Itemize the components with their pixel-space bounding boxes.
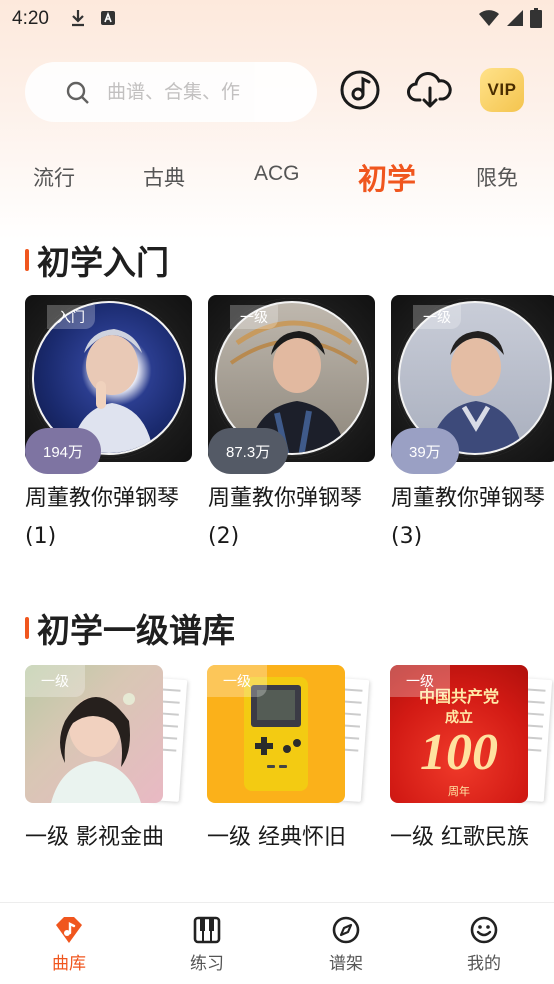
vip-badge[interactable]: VIP	[480, 68, 524, 112]
status-time: 4:20	[12, 8, 49, 29]
nav-profile[interactable]: 我的	[444, 915, 524, 974]
sheet-collection-card-1[interactable]: 一级 一级 影视金曲	[25, 665, 188, 851]
poster-number: 100	[420, 724, 498, 781]
sheet-collection-card-2[interactable]: 一级 一级 经典怀旧	[207, 665, 370, 851]
collection-cover: 一级	[207, 665, 370, 805]
collection-title: 一级 经典怀旧	[207, 825, 346, 850]
level-tag: 一级	[390, 665, 450, 697]
battery-icon	[530, 8, 542, 28]
category-tabs: 流行 古典 ACG 初学 限免	[0, 156, 554, 200]
collection-title: 一级 影视金曲	[25, 825, 164, 850]
library-icon	[56, 917, 82, 943]
level-tag: 入门	[47, 305, 95, 329]
play-count-badge: 194万	[25, 428, 102, 474]
play-count-badge: 39万	[391, 428, 459, 474]
section-accent-bar	[25, 249, 29, 271]
section-title-beginner-intro: 初学入门	[25, 236, 169, 284]
level-tag: 一级	[230, 305, 278, 329]
wifi-icon	[479, 10, 499, 26]
level-tag: 一级	[207, 665, 267, 697]
search-icon	[66, 81, 89, 104]
piano-icon	[193, 916, 221, 944]
music-disc-button[interactable]	[336, 66, 384, 114]
search-bar[interactable]	[25, 62, 317, 122]
section-accent-bar	[25, 617, 29, 639]
cloud-download-button[interactable]	[406, 66, 454, 114]
tab-popular[interactable]: 流行	[33, 162, 75, 192]
music-disc-icon	[340, 70, 380, 110]
cover-image: 一级	[207, 665, 345, 803]
tab-acg[interactable]: ACG	[254, 162, 300, 186]
nav-practice[interactable]: 练习	[167, 915, 247, 974]
smiley-icon	[470, 916, 498, 944]
collection-cover: 一级	[25, 665, 188, 805]
video-title: 周董教你弹钢琴 (1)	[25, 486, 180, 549]
video-card-1[interactable]: 入门 194万 周董教你弹钢琴 (1)	[25, 295, 192, 556]
play-count-badge: 87.3万	[208, 428, 289, 474]
collection-title: 一级 红歌民族	[390, 825, 529, 850]
search-input[interactable]	[107, 81, 287, 103]
section-title-beginner-library: 初学一级谱库	[25, 604, 235, 652]
nav-label: 练习	[190, 954, 224, 974]
section-heading: 初学入门	[37, 243, 169, 282]
cellular-signal-icon	[507, 10, 523, 26]
tab-limited-free[interactable]: 限免	[476, 162, 518, 192]
bottom-navigation: 曲库 练习 谱架 我的	[0, 902, 554, 984]
collection-cover: 中国共产党 成立 100 周年 一级	[390, 665, 553, 805]
sheet-collection-card-3[interactable]: 中国共产党 成立 100 周年 一级 一级 红歌民族	[390, 665, 553, 851]
cover-image: 中国共产党 成立 100 周年 一级	[390, 665, 528, 803]
nav-label: 曲库	[52, 954, 86, 974]
nav-sheet-stand[interactable]: 谱架	[306, 915, 386, 974]
download-icon	[72, 10, 84, 27]
level-tag: 一级	[413, 305, 461, 329]
nav-label: 我的	[467, 954, 501, 974]
nav-library[interactable]: 曲库	[29, 915, 109, 974]
cloud-download-icon	[407, 72, 452, 108]
cover-image: 一级	[25, 665, 163, 803]
video-title: 周董教你弹钢琴 (3)	[391, 486, 546, 549]
video-title: 周董教你弹钢琴 (2)	[208, 486, 363, 549]
poster-footer: 周年	[448, 785, 470, 798]
video-card-2[interactable]: 一级 87.3万 周董教你弹钢琴 (2)	[208, 295, 375, 556]
section-heading: 初学一级谱库	[37, 611, 235, 650]
compass-icon	[332, 916, 360, 944]
tab-classical[interactable]: 古典	[143, 162, 185, 192]
app-notification-icon	[101, 11, 115, 25]
video-card-3[interactable]: 一级 39万 周董教你弹钢琴 (3)	[391, 295, 554, 556]
level-tag: 一级	[25, 665, 85, 697]
nav-label: 谱架	[329, 954, 363, 974]
tab-beginner[interactable]: 初学	[358, 156, 416, 198]
status-bar: 4:20	[0, 0, 554, 40]
